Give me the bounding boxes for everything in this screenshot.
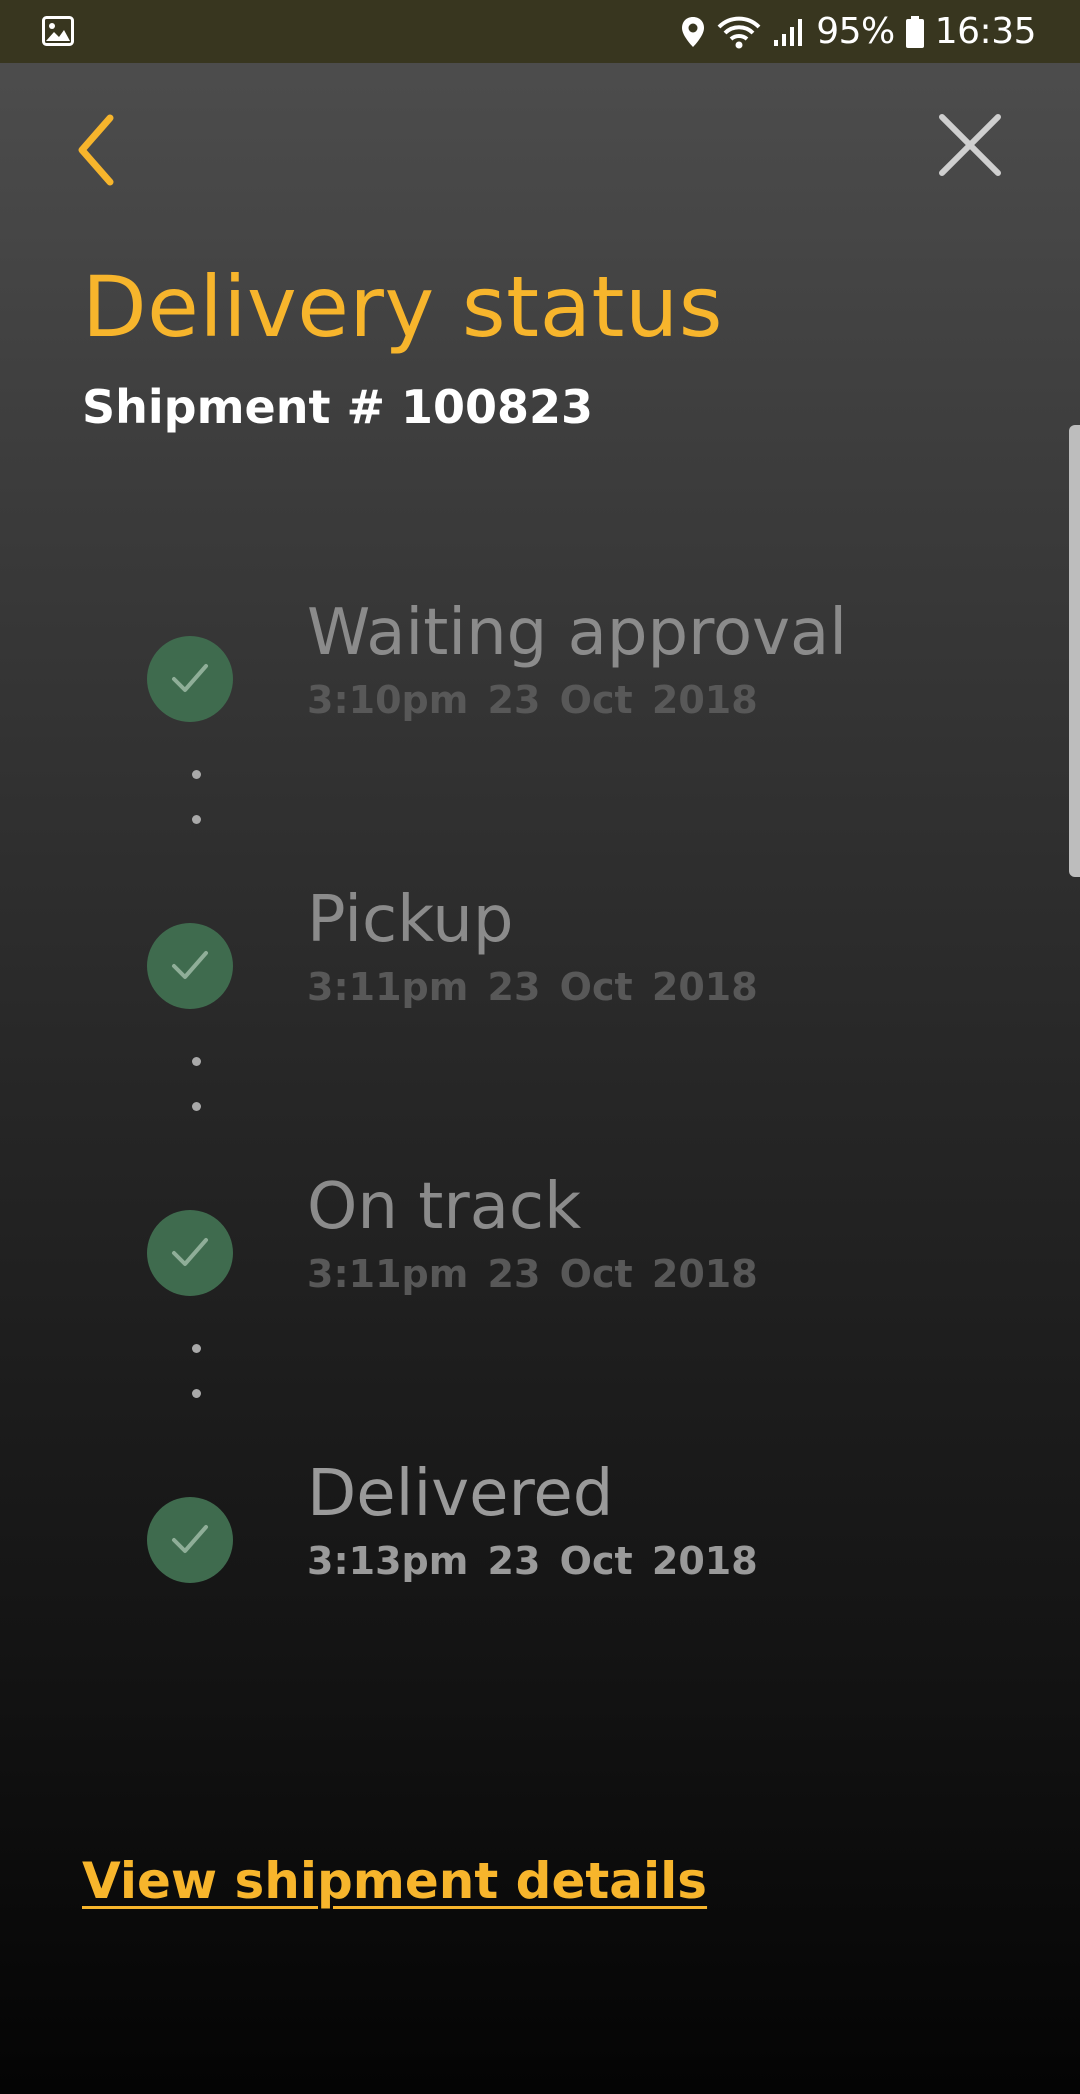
step-timestamp: 3:13pm 23 Oct 2018: [307, 1539, 758, 1583]
timeline-connector-dot: [192, 1057, 201, 1066]
step-timestamp: 3:11pm 23 Oct 2018: [307, 965, 758, 1009]
timeline-connector-dot: [192, 815, 201, 824]
timeline-step-on-track: On track 3:11pm 23 Oct 2018: [0, 1170, 1080, 1310]
view-shipment-details-link[interactable]: View shipment details: [82, 1852, 707, 1910]
signal-icon: [772, 16, 806, 48]
timeline-step-delivered: Delivered 3:13pm 23 Oct 2018: [0, 1457, 1080, 1597]
close-icon: [930, 114, 1010, 189]
back-button[interactable]: [70, 110, 130, 190]
timeline-step-waiting-approval: Waiting approval 3:10pm 23 Oct 2018: [0, 596, 1080, 736]
check-circle-icon: [147, 1497, 233, 1583]
timeline-connector-dot: [192, 1344, 201, 1353]
status-bar: 95% 16:35: [0, 0, 1080, 63]
scrollbar[interactable]: [1069, 425, 1080, 877]
chevron-left-icon: [70, 114, 130, 194]
timeline-connector-dot: [192, 770, 201, 779]
step-timestamp: 3:10pm 23 Oct 2018: [307, 678, 758, 722]
page-title: Delivery status: [82, 258, 723, 356]
gallery-icon: [42, 16, 74, 46]
shipment-number: Shipment # 100823: [82, 380, 594, 434]
clock-time: 16:35: [934, 11, 1037, 52]
timeline-connector-dot: [192, 1102, 201, 1111]
step-label: Pickup: [307, 883, 514, 957]
wifi-icon: [716, 15, 762, 49]
check-circle-icon: [147, 923, 233, 1009]
step-label: On track: [307, 1170, 582, 1244]
timeline-connector-dot: [192, 1389, 201, 1398]
battery-icon: [905, 15, 925, 49]
battery-percent: 95%: [816, 11, 895, 52]
step-label: Waiting approval: [307, 596, 847, 670]
timeline-step-pickup: Pickup 3:11pm 23 Oct 2018: [0, 883, 1080, 1023]
close-button[interactable]: [930, 105, 1010, 185]
step-timestamp: 3:11pm 23 Oct 2018: [307, 1252, 758, 1296]
check-circle-icon: [147, 1210, 233, 1296]
location-icon: [680, 15, 706, 49]
step-label: Delivered: [307, 1457, 614, 1531]
check-circle-icon: [147, 636, 233, 722]
